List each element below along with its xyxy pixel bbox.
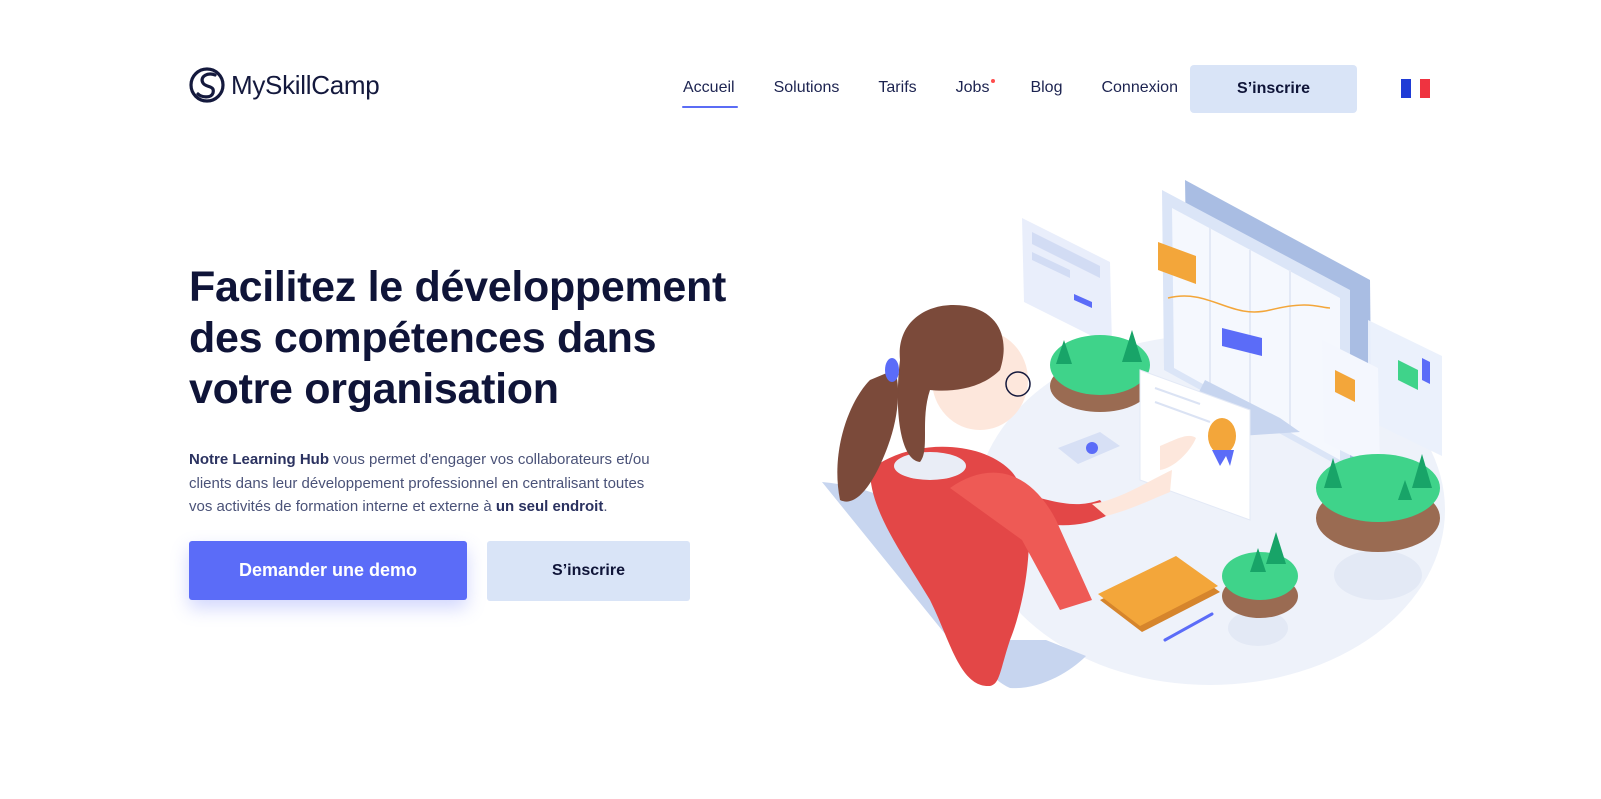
main-nav: Accueil Solutions Tarifs Jobs Blog Conne… xyxy=(682,76,1178,108)
nav-item-blog[interactable]: Blog xyxy=(1030,76,1062,100)
myskillcamp-logo-icon xyxy=(189,67,225,103)
brand-name: MySkillCamp xyxy=(231,69,380,100)
nav-item-connexion[interactable]: Connexion xyxy=(1101,76,1178,100)
signup-header-button[interactable]: S’inscrire xyxy=(1190,65,1357,113)
notification-dot xyxy=(991,79,996,83)
island-right xyxy=(1316,454,1440,552)
nav-item-solutions[interactable]: Solutions xyxy=(774,76,840,100)
hero-desc-text-2: . xyxy=(603,498,608,515)
french-flag-icon[interactable] xyxy=(1401,79,1431,98)
island-left xyxy=(1050,330,1150,412)
hero-title: Facilitez le développement des compétenc… xyxy=(189,263,727,413)
request-demo-button[interactable]: Demander une demo xyxy=(189,541,467,600)
nav-item-jobs[interactable]: Jobs xyxy=(955,76,996,100)
nav-item-accueil[interactable]: Accueil xyxy=(682,76,738,108)
hero-desc-strong-2: un seul endroit xyxy=(495,498,604,515)
nav-item-jobs-label: Jobs xyxy=(955,79,990,96)
hero-illustration xyxy=(822,180,1445,689)
signup-hero-button[interactable]: S’inscrire xyxy=(487,541,690,601)
brand-logo[interactable]: MySkillCamp xyxy=(189,64,380,106)
hero-description: Notre Learning Hub vous permet d'engager… xyxy=(189,448,659,519)
nav-item-tarifs[interactable]: Tarifs xyxy=(878,76,916,100)
floating-panel-left xyxy=(1022,218,1112,346)
hero-desc-strong-1: Notre Learning Hub xyxy=(189,451,330,468)
